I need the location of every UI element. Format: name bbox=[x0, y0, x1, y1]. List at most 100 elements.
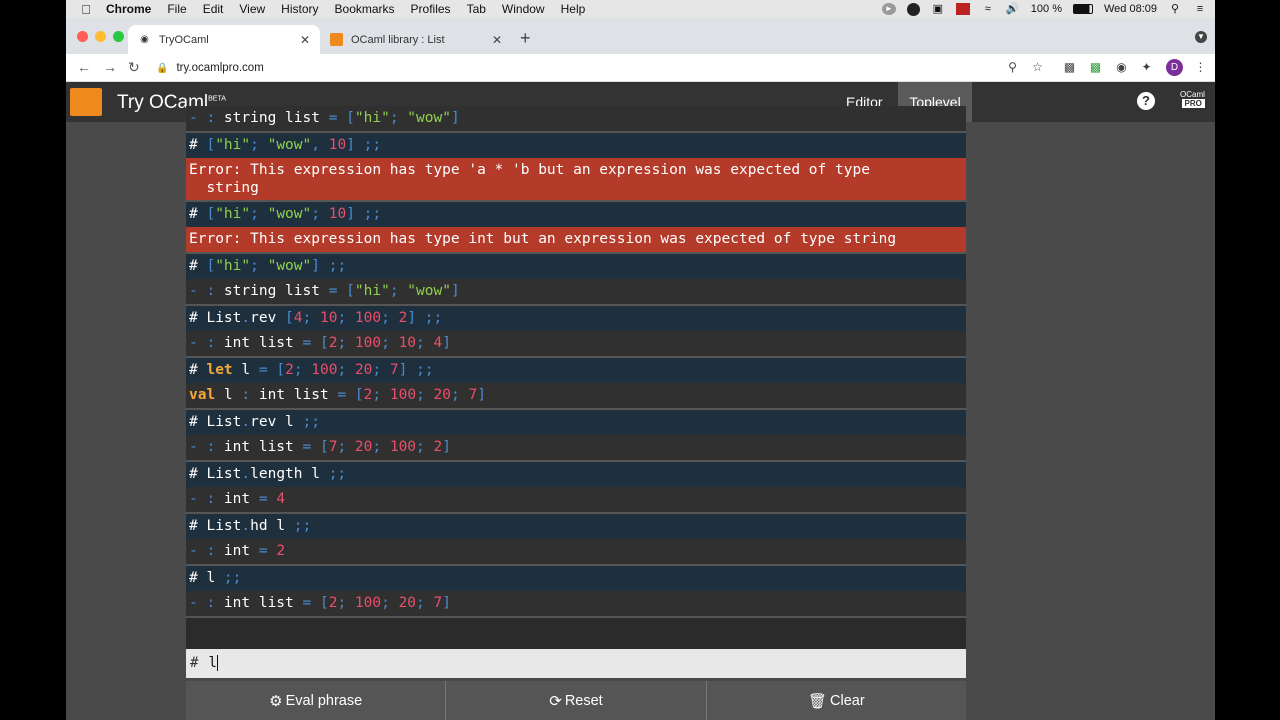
apple-menu-icon[interactable]:  bbox=[66, 2, 106, 17]
code-token: - : bbox=[189, 594, 224, 611]
battery-icon[interactable] bbox=[1072, 4, 1093, 14]
macos-menubar:  Chrome File Edit View History Bookmark… bbox=[66, 0, 1215, 18]
code-token: ; bbox=[337, 334, 355, 351]
menu-window[interactable]: Window bbox=[502, 2, 545, 16]
code-token: ;; bbox=[293, 517, 312, 534]
lock-icon[interactable]: 🔒 bbox=[156, 63, 168, 74]
console-entry: # let l = [2; 100; 20; 7] ;; val l : int … bbox=[186, 357, 966, 410]
extension-qr-icon[interactable]: ▩ bbox=[1062, 60, 1077, 75]
code-token: ; bbox=[389, 282, 408, 299]
menu-history[interactable]: History bbox=[281, 2, 318, 16]
ocaml-favicon-icon bbox=[330, 33, 343, 46]
control-center-icon[interactable]: ≡ bbox=[1193, 3, 1207, 15]
console-entry: # List.hd l ;; - : int = 2 bbox=[186, 513, 966, 566]
code-token: # List bbox=[189, 517, 242, 534]
console-entry: # ["hi"; "wow", 10] ;; Error: This expres… bbox=[186, 133, 966, 202]
airplay-icon[interactable]: ▣ bbox=[931, 3, 945, 15]
console-input-line[interactable]: # ["hi"; "wow", 10] ;; bbox=[186, 133, 966, 158]
volume-icon[interactable]: 🔊 bbox=[1006, 3, 1020, 15]
code-token: = [ bbox=[302, 594, 329, 611]
console-input-line[interactable]: # ["hi"; "wow"; 10] ;; bbox=[186, 202, 966, 227]
console-output-line: - : int list = [2; 100; 10; 4] bbox=[186, 330, 966, 356]
console-input-line[interactable]: # List.rev l ;; bbox=[186, 409, 966, 435]
code-token: val bbox=[189, 386, 216, 403]
bookmark-star-icon[interactable]: ☆ bbox=[1030, 60, 1045, 75]
new-tab-icon[interactable]: + bbox=[520, 28, 531, 49]
menu-help[interactable]: Help bbox=[561, 2, 586, 16]
console-input-line[interactable]: # List.hd l ;; bbox=[186, 513, 966, 539]
code-token: 2 bbox=[433, 438, 443, 455]
console-input-line[interactable]: # List.length l ;; bbox=[186, 461, 966, 487]
toplevel-input[interactable]: # l bbox=[186, 649, 966, 678]
flag-icon[interactable] bbox=[955, 3, 970, 15]
extensions-puzzle-icon[interactable]: ✦ bbox=[1139, 60, 1154, 75]
menu-edit[interactable]: Edit bbox=[203, 2, 224, 16]
code-token: - : bbox=[189, 334, 224, 351]
toplevel-console[interactable]: - : string list = ["hi"; "wow"] # ["hi"; … bbox=[186, 106, 966, 649]
menubar-status-area: ► ▣ ≈ 🔊 100 % Wed 08:09 ⚲ ≡ bbox=[881, 2, 1215, 16]
chrome-menu-icon[interactable]: ⋮ bbox=[1193, 60, 1208, 75]
menu-profiles[interactable]: Profiles bbox=[411, 2, 451, 16]
console-error-line: Error: This expression has type int but … bbox=[186, 227, 966, 252]
forward-icon[interactable]: → bbox=[103, 59, 117, 75]
eval-phrase-button[interactable]: ⚙ Eval phrase bbox=[186, 681, 447, 720]
clear-button[interactable]: 🗑 Clear bbox=[707, 681, 966, 720]
menu-bookmarks[interactable]: Bookmarks bbox=[335, 2, 395, 16]
code-token: 10 bbox=[398, 334, 417, 351]
extension-green-icon[interactable]: ▩ bbox=[1088, 60, 1103, 75]
close-window-button[interactable] bbox=[77, 31, 88, 42]
console-input-line[interactable]: # l ;; bbox=[186, 565, 966, 591]
help-icon[interactable]: ? bbox=[1137, 92, 1155, 110]
menu-view[interactable]: View bbox=[239, 2, 265, 16]
code-token: ; bbox=[416, 438, 434, 455]
extension-dark-icon[interactable]: ◉ bbox=[1114, 60, 1129, 75]
tab-ocaml-library-list[interactable]: OCaml library : List ✕ bbox=[320, 25, 512, 54]
zoom-icon[interactable]: ⚲ bbox=[1005, 60, 1020, 75]
code-token: = [ bbox=[302, 438, 329, 455]
code-token: [ bbox=[285, 309, 294, 326]
reload-icon[interactable]: ↻ bbox=[128, 59, 140, 76]
close-tab-icon[interactable]: ✕ bbox=[492, 33, 502, 47]
code-token: int list bbox=[223, 438, 303, 455]
code-token: ] bbox=[442, 594, 451, 611]
clock[interactable]: Wed 08:09 bbox=[1104, 3, 1157, 15]
code-token: ; bbox=[416, 386, 434, 403]
menu-tab[interactable]: Tab bbox=[467, 2, 486, 16]
camel-logo-icon[interactable] bbox=[70, 88, 102, 116]
code-token: ; bbox=[381, 309, 399, 326]
forward-circle-icon[interactable]: ► bbox=[881, 3, 896, 15]
minimize-window-button[interactable] bbox=[95, 31, 106, 42]
code-token: # List bbox=[189, 413, 242, 430]
beta-badge: BETA bbox=[208, 95, 226, 103]
zoom-window-button[interactable] bbox=[113, 31, 124, 42]
code-token: string list bbox=[223, 110, 329, 126]
code-token: 20 bbox=[354, 438, 373, 455]
console-input-line[interactable]: # let l = [2; 100; 20; 7] ;; bbox=[186, 357, 966, 383]
console-output-line: - : int list = [7; 20; 100; 2] bbox=[186, 434, 966, 460]
code-token: ] bbox=[477, 386, 486, 403]
hat-icon[interactable] bbox=[906, 2, 920, 16]
code-token: l bbox=[232, 361, 259, 378]
code-token: = [ bbox=[328, 110, 355, 126]
menu-file[interactable]: File bbox=[167, 2, 186, 16]
close-tab-icon[interactable]: ✕ bbox=[300, 33, 310, 47]
code-token: "wow" bbox=[267, 137, 312, 153]
tab-tryocaml[interactable]: ◉ TryOCaml ✕ bbox=[128, 25, 320, 54]
code-token: ; bbox=[372, 438, 390, 455]
code-token: "wow" bbox=[407, 110, 451, 126]
code-token: # bbox=[189, 257, 207, 274]
ocamlpro-logo[interactable]: OCaml PRO bbox=[1180, 90, 1205, 108]
console-input-line[interactable]: # ["hi"; "wow"] ;; bbox=[186, 253, 966, 279]
console-output-line: - : int = 4 bbox=[186, 486, 966, 512]
spotlight-search-icon[interactable]: ⚲ bbox=[1168, 3, 1182, 15]
tab-search-icon[interactable]: ▼ bbox=[1195, 31, 1207, 43]
code-token: 100 bbox=[354, 309, 382, 326]
code-token: = [ bbox=[328, 282, 355, 299]
address-bar[interactable]: 🔒 try.ocamlpro.com bbox=[156, 57, 1056, 79]
reset-button[interactable]: ⟳ Reset bbox=[446, 681, 707, 720]
wifi-icon[interactable]: ≈ bbox=[981, 3, 995, 15]
console-input-line[interactable]: # List.rev [4; 10; 100; 2] ;; bbox=[186, 305, 966, 331]
back-icon[interactable]: ← bbox=[77, 59, 91, 75]
menu-app-name[interactable]: Chrome bbox=[106, 2, 151, 16]
profile-avatar[interactable]: D bbox=[1166, 59, 1183, 76]
